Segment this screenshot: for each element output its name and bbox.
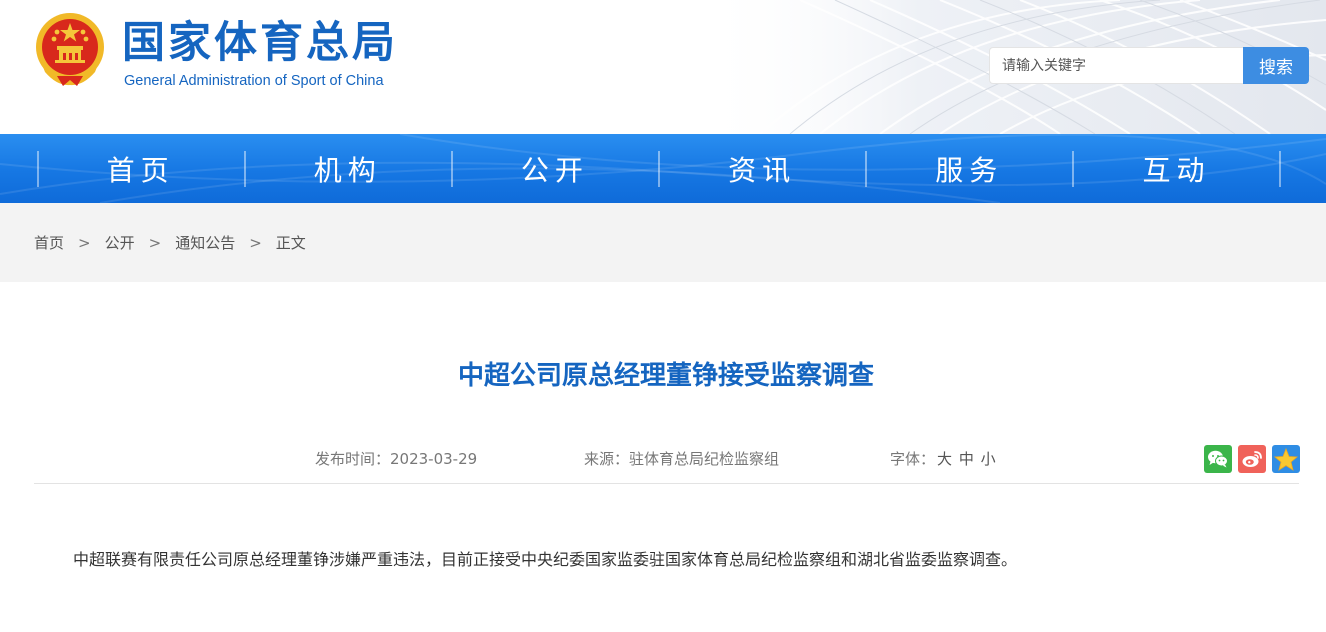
search-input[interactable] <box>989 47 1245 84</box>
breadcrumb-home-link[interactable]: 首页 <box>34 233 64 253</box>
search-button[interactable]: 搜索 <box>1243 47 1309 84</box>
site-name-en[interactable]: General Administration of Sport of China <box>124 71 384 91</box>
nav-divider <box>37 151 39 187</box>
site-header: 国家体育总局 General Administration of Sport o… <box>0 0 1326 134</box>
breadcrumb-notices-link[interactable]: 通知公告 <box>175 233 235 253</box>
share-qzone-button[interactable] <box>1272 445 1300 473</box>
nav-divider <box>658 151 660 187</box>
nav-divider <box>1279 151 1281 187</box>
search-box: 搜索 <box>989 47 1309 84</box>
qzone-star-icon <box>1274 447 1298 471</box>
nav-item-disclosure[interactable]: 公开 <box>451 134 658 203</box>
font-size-large-button[interactable]: 大 <box>937 450 952 468</box>
nav-item-home[interactable]: 首页 <box>37 134 244 203</box>
share-buttons <box>1204 445 1300 473</box>
meta-divider <box>34 483 1299 484</box>
font-size-control: 字体：大 中 小 <box>890 449 996 469</box>
nav-divider <box>865 151 867 187</box>
share-weibo-button[interactable] <box>1238 445 1266 473</box>
nav-item-interaction[interactable]: 互动 <box>1073 134 1280 203</box>
share-wechat-button[interactable] <box>1204 445 1232 473</box>
nav-item-organization[interactable]: 机构 <box>244 134 451 203</box>
wechat-icon <box>1208 450 1228 468</box>
breadcrumb-separator: > <box>78 234 91 252</box>
breadcrumb-separator: > <box>148 234 162 252</box>
nav-item-services[interactable]: 服务 <box>866 134 1073 203</box>
breadcrumb-separator: > <box>249 234 262 252</box>
site-name-cn[interactable]: 国家体育总局 <box>122 17 398 69</box>
article-body: 中超联赛有限责任公司原总经理董铮涉嫌严重违法，目前正接受中央纪委国家监委驻国家体… <box>73 550 1018 569</box>
nav-divider <box>451 151 453 187</box>
main-nav: 首页 机构 公开 资讯 服务 互动 <box>0 134 1326 203</box>
article-title: 中超公司原总经理董铮接受监察调查 <box>457 361 874 391</box>
breadcrumb: 首页 > 公开 > 通知公告 > 正文 <box>34 233 306 253</box>
publish-time: 发布时间：2023-03-29 <box>315 450 478 468</box>
nav-item-news[interactable]: 资讯 <box>659 134 866 203</box>
article-source: 来源：驻体育总局纪检监察组 <box>584 450 780 468</box>
breadcrumb-disclosure-link[interactable]: 公开 <box>105 233 135 253</box>
breadcrumb-current: 正文 <box>275 234 306 252</box>
national-emblem-icon[interactable] <box>33 10 107 88</box>
weibo-icon <box>1242 451 1262 467</box>
font-size-label: 字体： <box>890 450 936 468</box>
nav-divider <box>1072 151 1074 187</box>
font-size-small-button[interactable]: 小 <box>981 450 996 468</box>
breadcrumb-bar: 首页 > 公开 > 通知公告 > 正文 <box>0 203 1326 282</box>
nav-divider <box>244 151 246 187</box>
font-size-medium-button[interactable]: 中 <box>959 450 974 468</box>
